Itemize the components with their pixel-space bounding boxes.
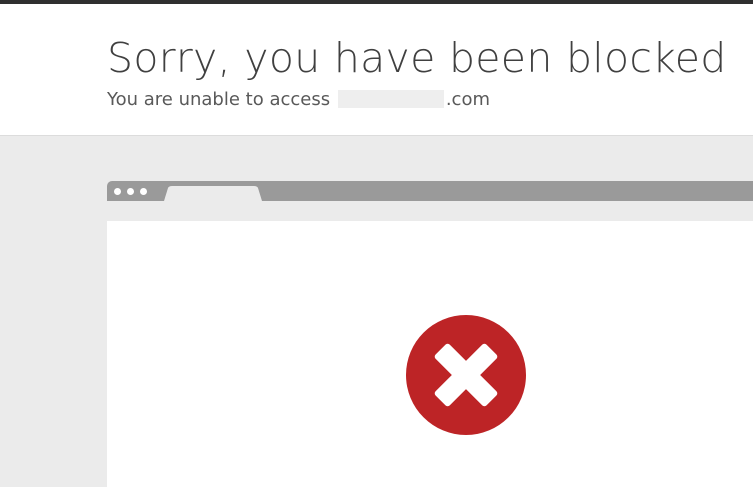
redacted-domain — [337, 90, 444, 108]
window-dot-2 — [127, 188, 134, 195]
error-x-icon — [406, 315, 526, 435]
subtitle-prefix: You are unable to access — [107, 89, 331, 110]
window-dot-3 — [140, 188, 147, 195]
page-subtitle: You are unable to access .com — [107, 88, 490, 112]
window-dot-1 — [114, 188, 121, 195]
subtitle-domain-suffix: .com — [445, 89, 490, 110]
header: Sorry, you have been blocked You are una… — [0, 4, 753, 136]
page-title: Sorry, you have been blocked — [107, 34, 727, 82]
browser-tab-icon — [164, 186, 262, 201]
